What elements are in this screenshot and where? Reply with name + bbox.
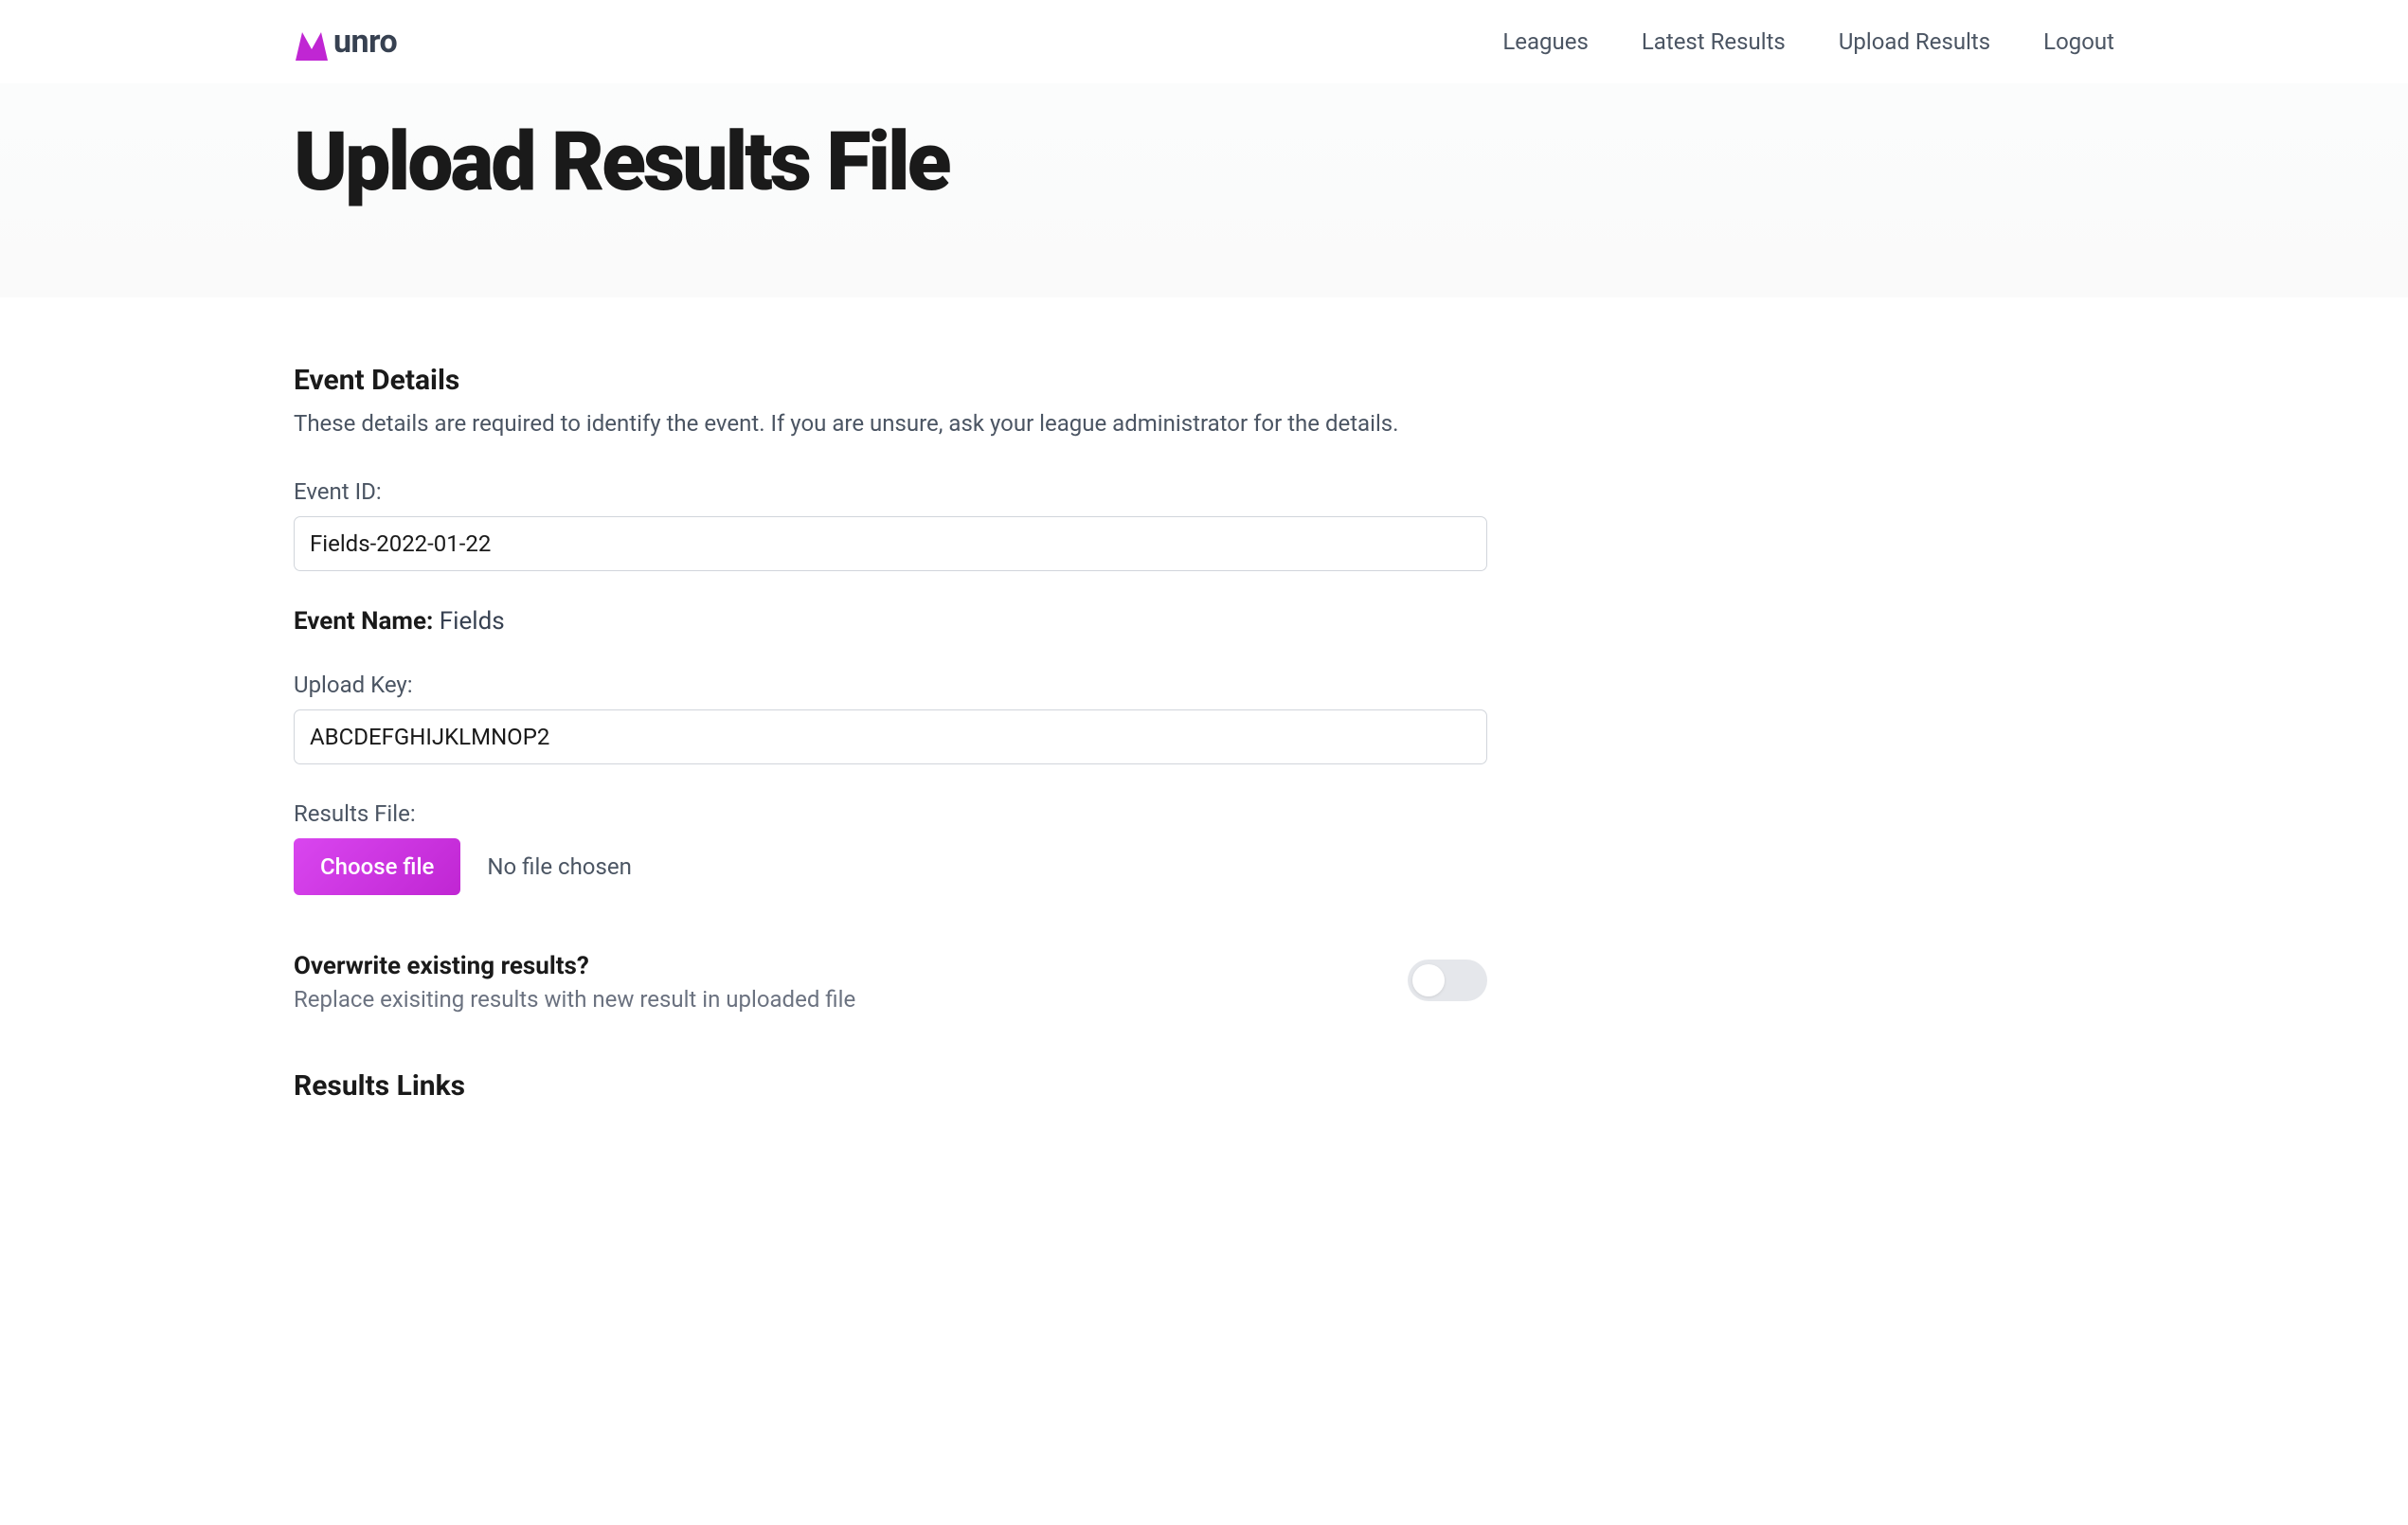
event-name-label: Event Name: (294, 607, 433, 636)
event-id-label: Event ID: (294, 478, 1487, 505)
event-id-field-group: Event ID: (294, 478, 1487, 571)
nav-logout[interactable]: Logout (2043, 28, 2114, 55)
file-row: Choose file No file chosen (294, 838, 1487, 895)
overwrite-text: Overwrite existing results? Replace exis… (294, 952, 1408, 1013)
overwrite-toggle[interactable] (1408, 960, 1487, 1001)
file-status: No file chosen (487, 853, 631, 880)
upload-key-label: Upload Key: (294, 672, 1487, 698)
main-content: Event Details These details are required… (0, 297, 1800, 1140)
results-file-field-group: Results File: Choose file No file chosen (294, 800, 1487, 895)
event-details-section: Event Details These details are required… (294, 364, 1487, 1103)
nav-upload-results[interactable]: Upload Results (1839, 28, 1990, 55)
nav-leagues[interactable]: Leagues (1502, 28, 1589, 55)
choose-file-button[interactable]: Choose file (294, 838, 460, 895)
main-nav: Leagues Latest Results Upload Results Lo… (1502, 28, 2114, 55)
event-details-description: These details are required to identify t… (294, 406, 1487, 440)
upload-key-field-group: Upload Key: (294, 672, 1487, 764)
header: unro Leagues Latest Results Upload Resul… (0, 0, 2408, 83)
toggle-knob (1412, 964, 1445, 996)
nav-latest-results[interactable]: Latest Results (1642, 28, 1786, 55)
page-title: Upload Results File (294, 121, 2114, 203)
logo-icon (294, 30, 330, 61)
overwrite-title: Overwrite existing results? (294, 952, 1408, 980)
event-name-row: Event Name: Fields (294, 607, 1487, 636)
logo-text: unro (333, 23, 397, 61)
results-links-title: Results Links (294, 1069, 1487, 1103)
event-name-value: Fields (440, 607, 505, 636)
event-id-input[interactable] (294, 516, 1487, 571)
overwrite-toggle-row: Overwrite existing results? Replace exis… (294, 952, 1487, 1013)
upload-key-input[interactable] (294, 709, 1487, 764)
results-file-label: Results File: (294, 800, 1487, 827)
event-details-title: Event Details (294, 364, 1487, 397)
hero-section: Upload Results File (0, 83, 2408, 297)
logo[interactable]: unro (294, 23, 397, 61)
overwrite-description: Replace exisiting results with new resul… (294, 986, 1408, 1013)
